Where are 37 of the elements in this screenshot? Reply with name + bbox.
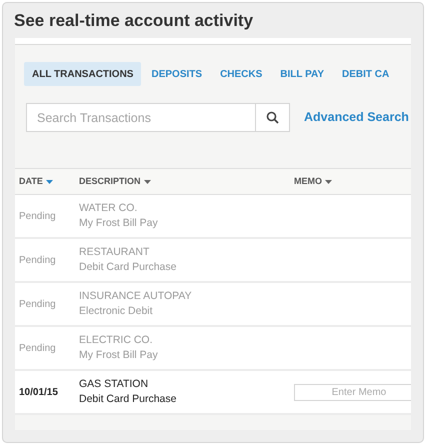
filter-tab[interactable]: CHECKS xyxy=(212,62,270,86)
filter-tab[interactable]: BILL PAY xyxy=(272,62,332,86)
transaction-row[interactable]: 10/01/15 GAS STATION Debit Card Purchase Enter Memo xyxy=(15,371,411,415)
date-cell-text: Pending xyxy=(19,298,57,312)
advanced-search-link[interactable]: Advanced Search xyxy=(304,108,411,127)
payee-name: GAS STATION xyxy=(79,377,150,392)
transaction-row[interactable]: Pending ELECTRIC CO. My Frost Bill Pay xyxy=(15,327,411,371)
search-icon xyxy=(266,111,279,124)
transaction-row[interactable]: Pending INSURANCE AUTOPAY Electronic Debit xyxy=(15,283,411,327)
transaction-row[interactable]: Pending WATER CO. My Frost Bill Pay xyxy=(15,195,411,239)
transaction-row[interactable]: Pending RESTAURANT Debit Card Purchase xyxy=(15,239,411,283)
column-header[interactable]: DATE xyxy=(19,174,53,188)
payee-name: INSURANCE AUTOPAY xyxy=(79,289,193,304)
transaction-type: Debit Card Purchase xyxy=(79,392,178,407)
date-cell-text: Pending xyxy=(19,210,57,224)
transaction-type: My Frost Bill Pay xyxy=(79,348,159,363)
payee-name: WATER CO. xyxy=(79,201,138,216)
payee-name: RESTAURANT xyxy=(79,245,150,260)
transaction-type: Debit Card Purchase xyxy=(79,260,178,275)
card-title: See real-time account activity xyxy=(13,10,254,32)
memo-field[interactable]: Enter Memo xyxy=(294,384,411,400)
search-field[interactable]: Search Transactions xyxy=(26,103,256,132)
date-cell-text: 10/01/15 xyxy=(19,386,59,400)
sort-caret-icon xyxy=(325,180,332,184)
column-header[interactable]: MEMO xyxy=(294,174,332,188)
payee-name: ELECTRIC CO. xyxy=(79,333,154,348)
transaction-type: My Frost Bill Pay xyxy=(79,216,159,231)
sort-caret-icon xyxy=(144,180,151,184)
filter-tab[interactable]: ALL TRANSACTIONS xyxy=(24,62,142,86)
sort-caret-icon xyxy=(46,180,53,184)
filter-tab[interactable]: DEPOSITS xyxy=(143,62,210,86)
date-cell-text: Pending xyxy=(19,254,57,268)
filter-tab[interactable]: DEBIT CA xyxy=(334,62,398,86)
column-header[interactable]: DESCRIPTION xyxy=(79,174,151,188)
transaction-type: Electronic Debit xyxy=(79,304,154,319)
date-cell-text: Pending xyxy=(19,342,57,356)
search-button[interactable] xyxy=(256,103,290,132)
